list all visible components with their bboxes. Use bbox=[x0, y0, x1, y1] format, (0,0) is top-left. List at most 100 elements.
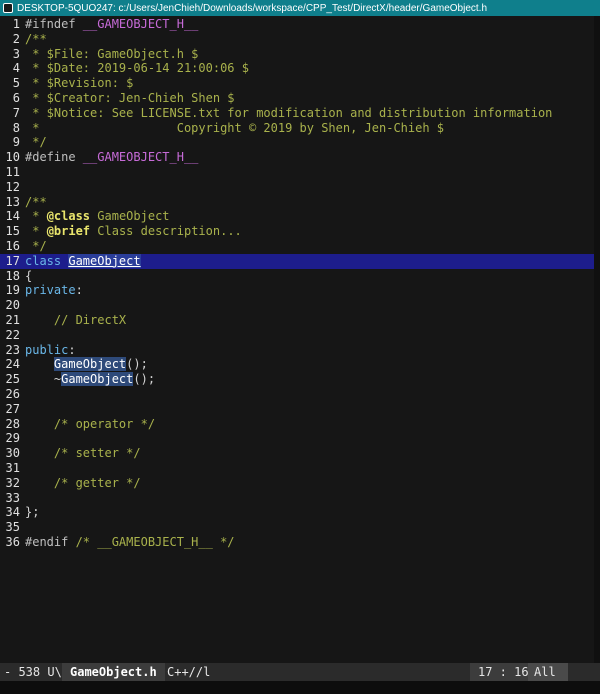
code-line[interactable]: 30 /* setter */ bbox=[0, 446, 594, 461]
code-line[interactable]: 22 bbox=[0, 328, 594, 343]
code-token: @brief bbox=[46, 224, 91, 239]
code-token: Class description... bbox=[90, 224, 242, 239]
line-number: 22 bbox=[5, 327, 20, 342]
code-token: : bbox=[68, 342, 76, 357]
code-line[interactable]: 11 bbox=[0, 165, 594, 180]
line-number: 19 bbox=[5, 283, 20, 298]
code-line[interactable]: 25 ~GameObject(); bbox=[0, 372, 594, 387]
line-number: 12 bbox=[5, 179, 20, 194]
code-line[interactable]: 16 */ bbox=[0, 239, 594, 254]
code-token: * $Notice: See LICENSE.txt for modificat… bbox=[25, 105, 553, 120]
code-line[interactable]: 12 bbox=[0, 180, 594, 195]
line-number: 17 bbox=[5, 253, 20, 268]
line-number: 32 bbox=[5, 475, 20, 490]
line-number: 13 bbox=[5, 194, 20, 209]
code-token: * $File: GameObject.h $ bbox=[25, 46, 199, 61]
line-number: 5 bbox=[12, 76, 20, 91]
code-token: #ifndef bbox=[25, 17, 83, 31]
line-code: }; bbox=[25, 505, 39, 520]
line-number: 24 bbox=[5, 357, 20, 372]
code-line[interactable]: 27 bbox=[0, 402, 594, 417]
line-code: GameObject(); bbox=[25, 357, 148, 372]
window-titlebar[interactable]: DESKTOP-5QUO247: c:/Users/JenChieh/Downl… bbox=[0, 0, 600, 16]
code-line[interactable]: 36 #endif /* __GAMEOBJECT_H__ */ bbox=[0, 535, 594, 550]
code-line[interactable]: 7 * $Notice: See LICENSE.txt for modific… bbox=[0, 106, 594, 121]
code-token: * $Revision: $ bbox=[25, 76, 134, 91]
code-line[interactable]: 17 class GameObject bbox=[0, 253, 594, 269]
code-line[interactable]: 24 GameObject(); bbox=[0, 357, 594, 372]
code-line[interactable]: 15 * @brief Class description... bbox=[0, 224, 594, 239]
line-number: 4 bbox=[12, 61, 20, 76]
line-number: 21 bbox=[5, 313, 20, 327]
code-line[interactable]: 13 /** bbox=[0, 195, 594, 210]
code-line[interactable]: 35 bbox=[0, 520, 594, 535]
code-line[interactable]: 20 bbox=[0, 298, 594, 313]
line-code: * Copyright © 2019 by Shen, Jen-Chieh $ bbox=[25, 121, 444, 136]
buffer-percent: All bbox=[528, 663, 568, 681]
line-number: 10 bbox=[5, 150, 20, 165]
window-title: DESKTOP-5QUO247: c:/Users/JenChieh/Downl… bbox=[17, 2, 488, 14]
code-line[interactable]: 31 bbox=[0, 461, 594, 476]
line-code: class GameObject bbox=[25, 253, 141, 269]
code-line[interactable]: 6 * $Creator: Jen-Chieh Shen $ bbox=[0, 91, 594, 106]
line-number: 15 bbox=[5, 224, 20, 239]
line-code: */ bbox=[25, 239, 46, 254]
code-line[interactable]: 29 bbox=[0, 431, 594, 446]
code-token: * $Date: 2019-06-14 21:00:06 $ bbox=[25, 61, 249, 76]
line-number: 9 bbox=[12, 135, 20, 150]
code-token: public bbox=[25, 342, 69, 357]
code-line[interactable]: 28 /* operator */ bbox=[0, 417, 594, 432]
cursor-position: 17 : 16 bbox=[470, 663, 537, 681]
code-line[interactable]: 10 #define __GAMEOBJECT_H__ bbox=[0, 150, 594, 165]
code-line[interactable]: 1 #ifndef __GAMEOBJECT_H__ bbox=[0, 17, 594, 32]
line-number: 28 bbox=[5, 416, 20, 431]
line-number: 26 bbox=[5, 387, 20, 401]
code-token: /* getter */ bbox=[25, 475, 141, 490]
major-mode[interactable]: C++//l bbox=[167, 663, 210, 681]
line-code: /* operator */ bbox=[25, 417, 155, 432]
code-line[interactable]: 9 */ bbox=[0, 135, 594, 150]
code-token: private bbox=[25, 283, 76, 298]
code-line[interactable]: 3 * $File: GameObject.h $ bbox=[0, 47, 594, 62]
code-line[interactable]: 18 { bbox=[0, 269, 594, 284]
code-line[interactable]: 26 bbox=[0, 387, 594, 402]
line-code: { bbox=[25, 269, 32, 284]
code-line[interactable]: 23 public: bbox=[0, 343, 594, 358]
code-line[interactable]: 32 /* getter */ bbox=[0, 476, 594, 491]
line-code: /** bbox=[25, 32, 47, 47]
line-number: 34 bbox=[5, 505, 20, 520]
mode-line: - 538 U\ GameObject.h C++//l 17 : 16 All bbox=[0, 663, 600, 681]
code-line[interactable]: 2 /** bbox=[0, 32, 594, 47]
code-token: /** bbox=[25, 31, 47, 46]
line-number: 33 bbox=[5, 490, 20, 505]
minibuffer[interactable] bbox=[0, 681, 600, 694]
code-line[interactable]: 34}; bbox=[0, 505, 594, 520]
code-line[interactable]: 33 bbox=[0, 491, 594, 506]
code-token: GameObject bbox=[68, 253, 141, 268]
code-token: /* __GAMEOBJECT_H__ */ bbox=[75, 535, 235, 549]
code-token: * bbox=[25, 224, 47, 239]
code-line[interactable]: 21 // DirectX bbox=[0, 313, 594, 328]
line-code: public: bbox=[25, 343, 76, 358]
line-code: * $Date: 2019-06-14 21:00:06 $ bbox=[25, 61, 249, 76]
line-code: #ifndef __GAMEOBJECT_H__ bbox=[25, 17, 198, 32]
code-token: /** bbox=[25, 194, 47, 209]
buffer-filename[interactable]: GameObject.h bbox=[62, 663, 165, 681]
line-code: * $Revision: $ bbox=[25, 76, 133, 91]
line-code: * $Creator: Jen-Chieh Shen $ bbox=[25, 91, 234, 106]
code-token: (); bbox=[126, 357, 148, 372]
line-number: 3 bbox=[12, 46, 20, 61]
code-token: GameObject bbox=[90, 209, 170, 224]
line-code: /* getter */ bbox=[25, 476, 141, 491]
window-edge bbox=[594, 16, 600, 663]
code-line[interactable]: 19 private: bbox=[0, 283, 594, 298]
line-code: #define __GAMEOBJECT_H__ bbox=[25, 150, 198, 165]
code-line[interactable]: 5 * $Revision: $ bbox=[0, 76, 594, 91]
code-line[interactable]: 8 * Copyright © 2019 by Shen, Jen-Chieh … bbox=[0, 121, 594, 136]
code-editor[interactable]: 1 #ifndef __GAMEOBJECT_H__ 2/** 3 * $File: … bbox=[0, 16, 600, 663]
line-number: 35 bbox=[5, 520, 20, 535]
code-line[interactable]: 4 * $Date: 2019-06-14 21:00:06 $ bbox=[0, 61, 594, 76]
code-line[interactable]: 14 * @class GameObject bbox=[0, 209, 594, 224]
code-token: #define bbox=[25, 150, 83, 165]
code-token: class bbox=[25, 253, 69, 268]
